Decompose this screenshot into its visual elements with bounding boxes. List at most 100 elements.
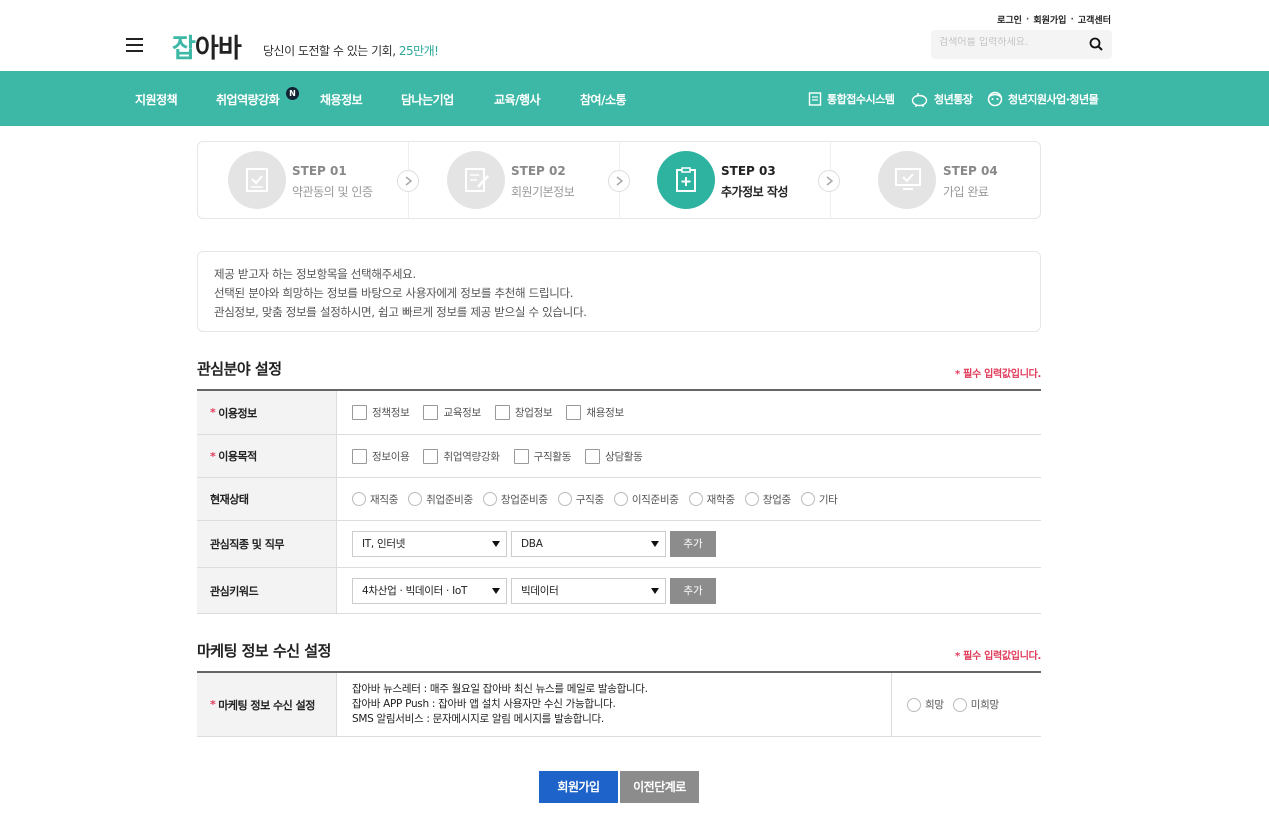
checkbox[interactable] (585, 448, 601, 464)
radio-startup[interactable]: 창업중 (744, 492, 791, 507)
nav-link-youth-account[interactable]: 청년통장 (910, 91, 973, 107)
form-edit-icon (465, 168, 489, 192)
checkbox-job-search[interactable]: 구직활동 (513, 448, 571, 464)
top-header: 잡아바 당신이 도전할 수 있는 기회, 25만개! 로그인 · 회원가입 · … (0, 0, 1269, 71)
checkbox-startup-info[interactable]: 창업정보 (494, 405, 553, 420)
checkbox-counseling[interactable]: 상담활동 (585, 448, 643, 464)
search-icon[interactable] (1089, 37, 1103, 51)
row-label: 관심직종 및 직무 (197, 521, 337, 567)
nav-link-youth-support[interactable]: 청년지원사업·청년몰 (987, 91, 1099, 107)
checkbox[interactable] (513, 448, 529, 464)
add-keyword-button[interactable]: 추가 (670, 577, 716, 604)
monitor-check-icon (895, 168, 921, 190)
nav-link-label: 청년통장 (934, 93, 973, 106)
required-note: * 필수 입력값입니다. (955, 651, 1041, 662)
checkbox[interactable] (494, 405, 510, 420)
login-link[interactable]: 로그인 (997, 13, 1022, 26)
row-label-text: 마케팅 정보 수신 설정 (218, 698, 315, 712)
marketing-description: 잡아바 뉴스레터 : 매주 월요일 잡아바 최신 뉴스를 메일로 발송합니다. … (352, 673, 892, 736)
radio-preparing-transfer[interactable]: 이직준비중 (613, 492, 679, 507)
radio[interactable] (800, 492, 815, 506)
job-category-select[interactable]: IT, 인터넷 (352, 531, 507, 557)
nav-item-education[interactable]: 교육/행사 (494, 91, 541, 108)
radio-label: 창업중 (762, 493, 791, 506)
radio-preparing-job[interactable]: 취업준비중 (408, 492, 473, 507)
select-value: DBA (521, 538, 543, 550)
nav-item-jobs[interactable]: 채용정보 (320, 91, 363, 108)
keyword-category-select[interactable]: 4차산업 · 빅데이터 · IoT (352, 577, 507, 604)
select-value: 빅데이터 (521, 584, 559, 597)
radio-disagree[interactable]: 미희망 (952, 697, 999, 712)
info-line: 관심정보, 맞춤 정보를 설정하시면, 쉽고 빠르게 정보를 제공 받으실 수 … (214, 305, 587, 319)
step-number: STEP 04 (943, 164, 998, 178)
logo[interactable]: 잡아바 (172, 28, 242, 65)
nav-link-integrated-system[interactable]: 통합접수시스템 (808, 91, 895, 107)
radio-label: 취업준비중 (426, 493, 473, 506)
radio[interactable] (744, 492, 759, 506)
divider (891, 673, 892, 736)
radio[interactable] (482, 492, 497, 506)
nav-link-label: 통합접수시스템 (827, 93, 895, 106)
new-badge: N (286, 87, 299, 100)
search-input[interactable] (939, 37, 1079, 48)
radio[interactable] (408, 492, 423, 506)
hamburger-menu-icon[interactable] (126, 38, 143, 52)
form-row-keyword: 관심키워드 4차산업 · 빅데이터 · IoT 빅데이터 추가 (197, 568, 1041, 614)
radio-label: 재직중 (370, 493, 399, 506)
step-4: STEP 04 가입 완료 (831, 142, 1041, 218)
checkbox-policy-info[interactable]: 정책정보 (352, 405, 410, 420)
customer-center-link[interactable]: 고객센터 (1078, 13, 1111, 26)
radio-label: 기타 (818, 493, 838, 506)
interest-form-table: * 이용정보 정책정보 교육정보 창업정보 채용정보 * 이용목적 정보이용 취업역… (197, 389, 1041, 614)
radio-job-seeking[interactable]: 구직중 (557, 492, 604, 507)
info-box: 제공 받고자 하는 정보항목을 선택해주세요. 선택된 분야와 희망하는 정보를… (197, 251, 1041, 332)
nav-item-support-policy[interactable]: 지원정책 (135, 91, 178, 108)
add-job-button[interactable]: 추가 (670, 531, 716, 557)
checkbox[interactable] (566, 405, 582, 420)
checkbox-recruit-info[interactable]: 채용정보 (566, 405, 624, 420)
checkbox-label: 정보이용 (372, 450, 410, 463)
row-body: 정책정보 교육정보 창업정보 채용정보 (352, 391, 1041, 434)
row-body: 재직중 취업준비중 창업준비중 구직중 이직준비중 재학중 창업중 기타 (352, 478, 1041, 520)
radio-agree[interactable]: 희망 (907, 697, 944, 712)
radio[interactable] (557, 492, 572, 506)
radio-employed[interactable]: 재직중 (352, 492, 398, 507)
utility-links: 로그인 · 회원가입 · 고객센터 (997, 13, 1111, 27)
checkbox[interactable] (423, 405, 439, 420)
checkbox[interactable] (352, 405, 367, 420)
radio[interactable] (688, 492, 703, 506)
marketing-consent-options: 희망 미희망 (907, 673, 999, 736)
checkbox-info-use[interactable]: 정보이용 (352, 448, 410, 464)
radio[interactable] (613, 492, 628, 506)
nav-item-job-skills[interactable]: 취업역량강화 (216, 91, 280, 108)
dropdown-caret-icon (492, 587, 500, 594)
radio[interactable] (907, 697, 921, 712)
required-star: * (210, 698, 216, 711)
keyword-select[interactable]: 빅데이터 (511, 577, 666, 604)
checkbox-label: 채용정보 (586, 407, 624, 419)
nav-item-companies[interactable]: 담나는기업 (401, 91, 454, 108)
form-row-status: 현재상태 재직중 취업준비중 창업준비중 구직중 이직준비중 재학중 창업중 기… (197, 478, 1041, 521)
signup-link[interactable]: 회원가입 (1033, 13, 1066, 26)
step-label: 가입 완료 (943, 185, 989, 199)
row-label-text: 관심키워드 (210, 584, 259, 598)
signup-button[interactable]: 회원가입 (539, 771, 618, 803)
radio-preparing-startup[interactable]: 창업준비중 (482, 492, 548, 507)
checkbox-education-info[interactable]: 교육정보 (423, 405, 481, 420)
form-row-usage-info: * 이용정보 정책정보 교육정보 창업정보 채용정보 (197, 391, 1041, 435)
radio[interactable] (952, 697, 967, 712)
radio-student[interactable]: 재학중 (688, 492, 735, 507)
checkbox[interactable] (352, 448, 367, 464)
interest-section-title: 관심분야 설정 (197, 360, 282, 378)
step-icon-circle (447, 151, 505, 209)
job-role-select[interactable]: DBA (511, 531, 666, 557)
step-1: STEP 01 약관동의 및 인증 (198, 142, 408, 218)
radio[interactable] (352, 492, 366, 506)
checkbox-job-skills[interactable]: 취업역량강화 (423, 448, 500, 464)
previous-step-button[interactable]: 이전단계로 (620, 771, 699, 803)
step-number: STEP 01 (292, 164, 347, 178)
nav-item-participation[interactable]: 참여/소통 (580, 91, 627, 108)
radio-other[interactable]: 기타 (800, 492, 838, 507)
info-line: 선택된 분야와 희망하는 정보를 바탕으로 사용자에게 정보를 추천해 드립니다… (214, 286, 574, 300)
checkbox[interactable] (423, 448, 439, 464)
